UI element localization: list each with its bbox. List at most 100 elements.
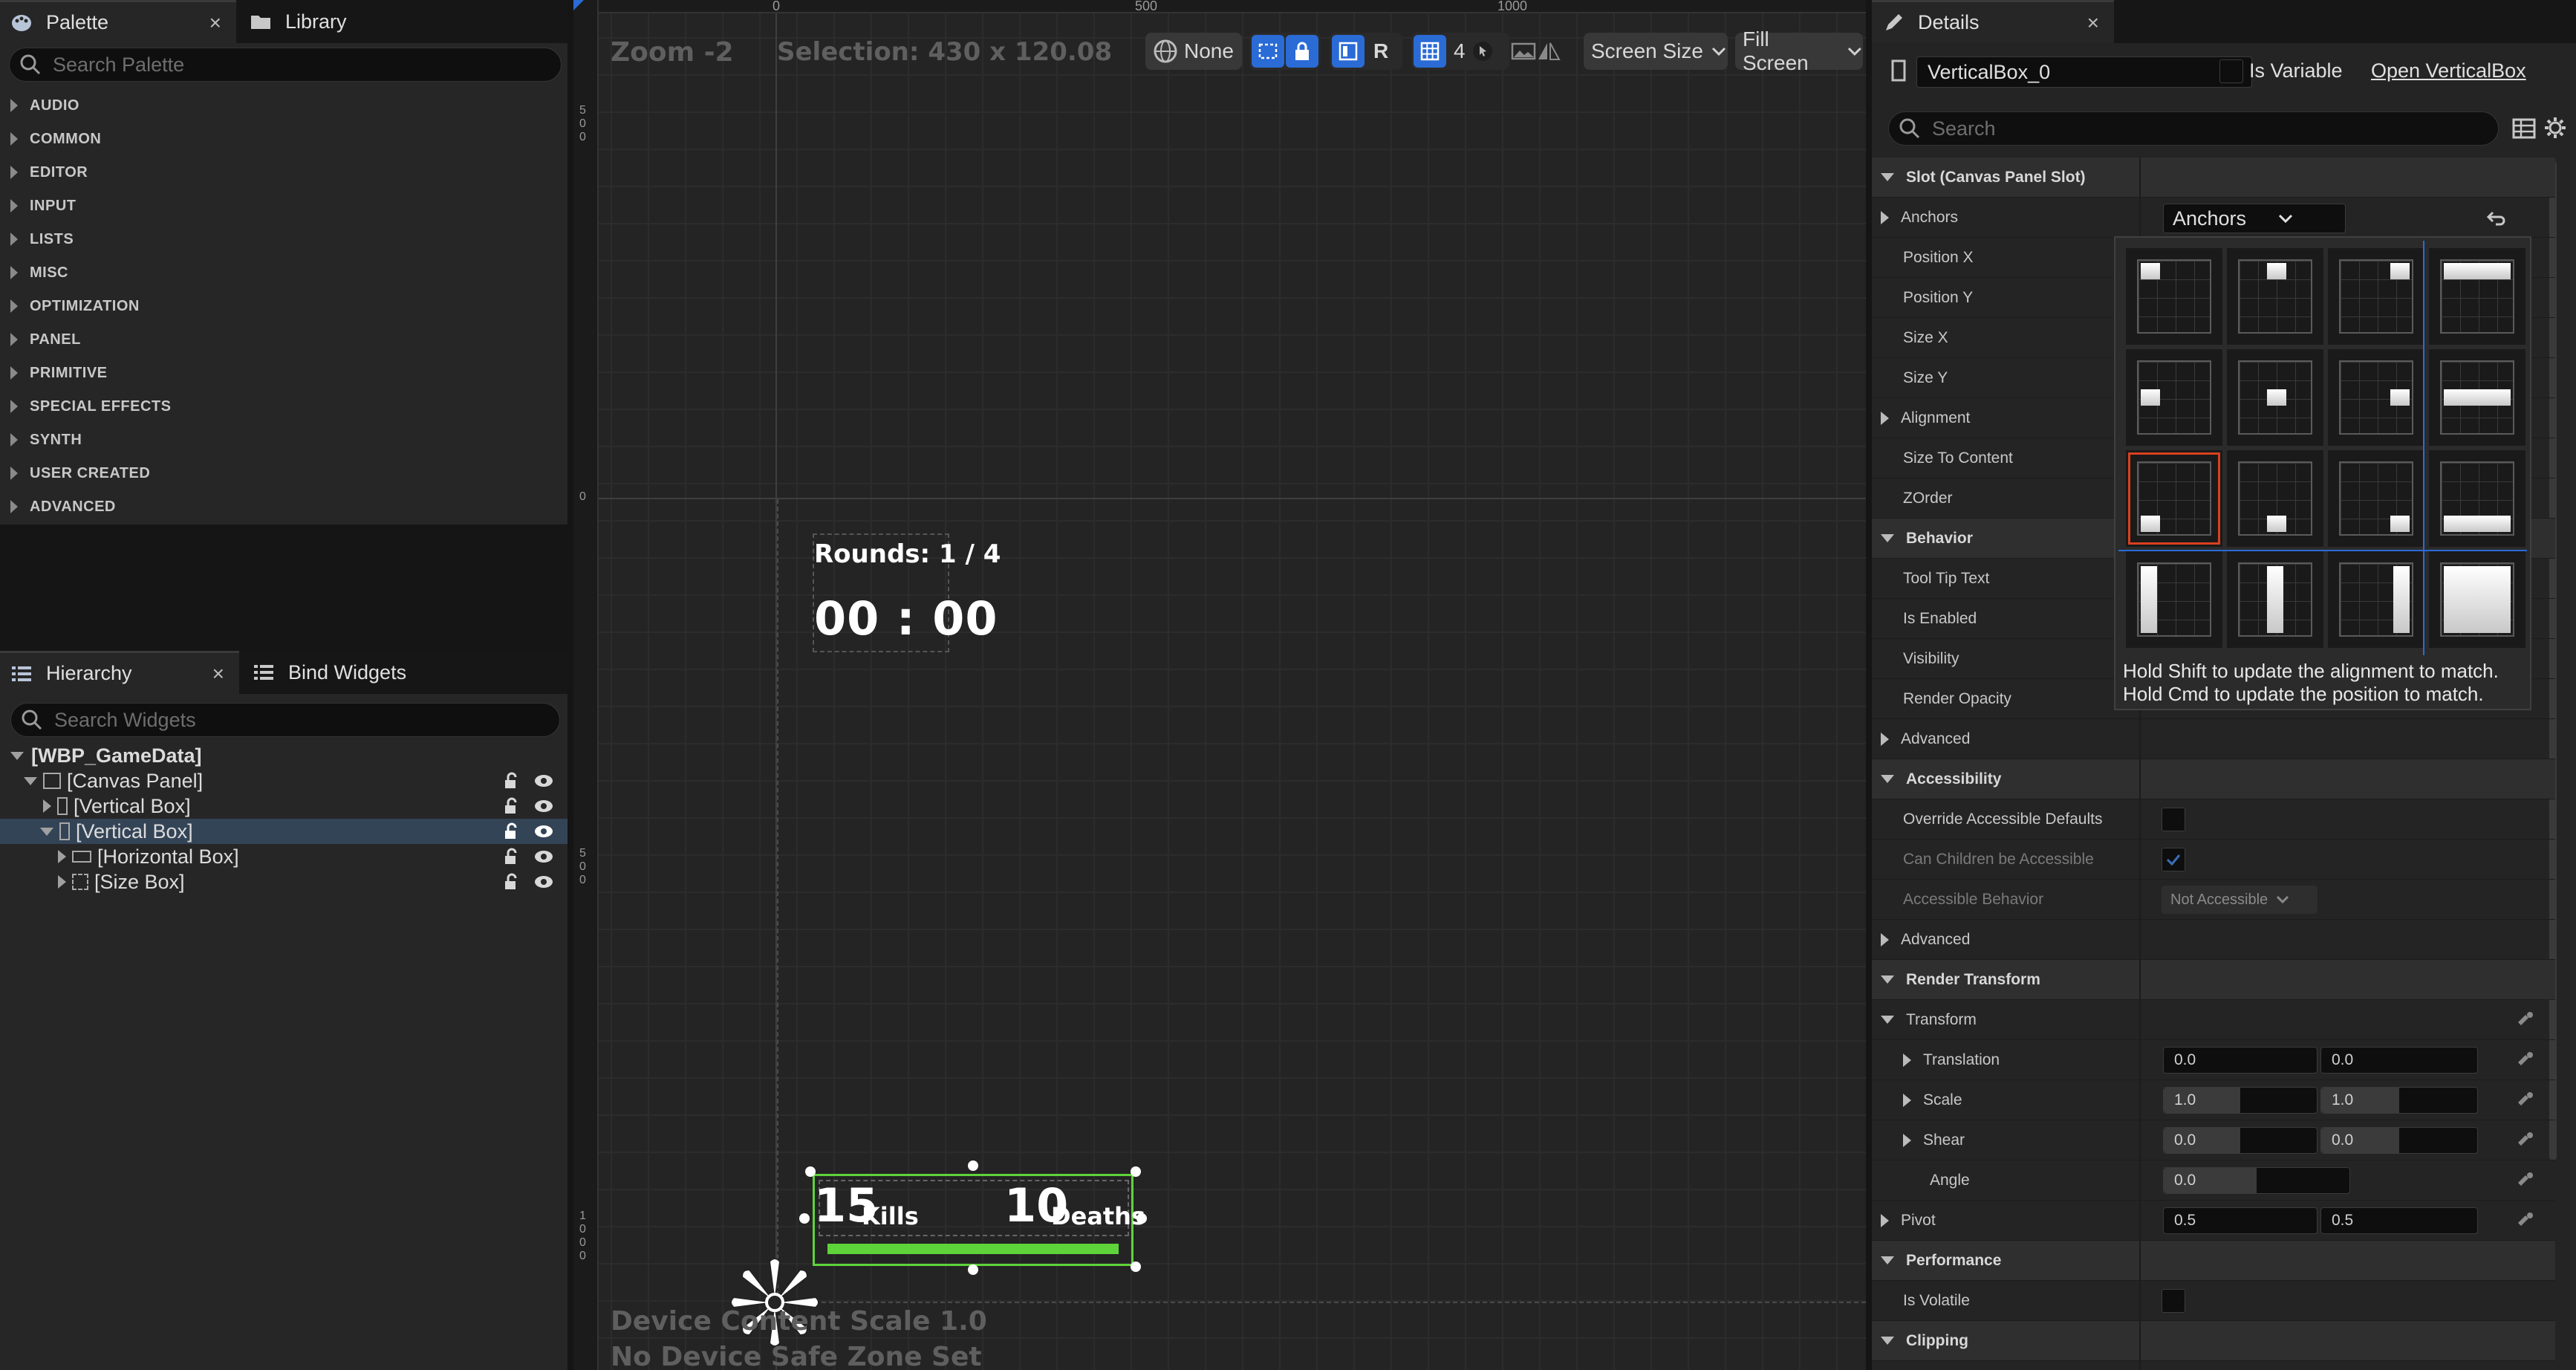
flip-icon[interactable] <box>1536 40 1561 62</box>
translation-y-input[interactable]: 0.0 <box>2320 1047 2478 1074</box>
reset-arrow-icon[interactable] <box>2485 208 2506 229</box>
lock-icon[interactable] <box>502 873 520 891</box>
palette-category[interactable]: INPUT <box>0 189 567 222</box>
resize-handle[interactable] <box>1131 1166 1141 1177</box>
is-volatile-checkbox[interactable] <box>2162 1289 2185 1313</box>
keyframe-icon[interactable] <box>2515 1089 2536 1110</box>
tree-item-vertical-box[interactable]: [Vertical Box] <box>0 793 567 819</box>
anchor-preset-button[interactable] <box>2328 450 2424 547</box>
expand-icon[interactable] <box>1881 210 1889 224</box>
image-icon[interactable] <box>1511 40 1536 62</box>
anchor-preset-button[interactable] <box>2126 349 2222 446</box>
pivot-x-input[interactable]: 0.5 <box>2163 1207 2318 1234</box>
shear-x-input[interactable]: 0.0 <box>2163 1127 2318 1154</box>
scale-x-input[interactable]: 1.0 <box>2163 1087 2318 1114</box>
palette-search-input[interactable]: Search Palette <box>9 48 562 82</box>
anchor-preset-button[interactable] <box>2126 450 2222 547</box>
palette-category[interactable]: MISC <box>0 256 567 289</box>
palette-category[interactable]: USER CREATED <box>0 457 567 490</box>
anchor-preset-button[interactable] <box>2429 450 2525 547</box>
collapse-icon[interactable] <box>1881 1016 1894 1024</box>
collapse-icon[interactable] <box>10 751 24 760</box>
expand-icon[interactable] <box>1903 1133 1911 1147</box>
tab-hierarchy[interactable]: Hierarchy × <box>0 651 239 694</box>
anchor-preset-button[interactable] <box>2227 349 2323 446</box>
lock-button[interactable] <box>1286 35 1318 68</box>
close-icon[interactable]: × <box>2087 11 2099 35</box>
tab-palette[interactable]: Palette × <box>0 0 236 43</box>
dashed-select-button[interactable] <box>1252 35 1284 68</box>
keyframe-icon[interactable] <box>2515 1129 2536 1150</box>
tree-item-vertical-box-selected[interactable]: [Vertical Box] <box>0 819 567 844</box>
anchor-preset-button[interactable] <box>2227 450 2323 547</box>
layout-button[interactable] <box>1332 35 1365 68</box>
section-render-transform[interactable]: Render Transform <box>1872 960 2555 1000</box>
anchor-preset-button[interactable] <box>2227 551 2323 648</box>
palette-category[interactable]: COMMON <box>0 123 567 155</box>
resize-handle[interactable] <box>805 1166 816 1177</box>
pivot-y-input[interactable]: 0.5 <box>2320 1207 2478 1234</box>
close-icon[interactable]: × <box>212 662 224 686</box>
collapse-icon[interactable] <box>24 776 37 785</box>
keyframe-icon[interactable] <box>2515 1009 2536 1030</box>
anchor-preset-button[interactable] <box>2126 551 2222 648</box>
tab-bind-widgets[interactable]: Bind Widgets <box>242 651 480 694</box>
anchor-preset-button[interactable] <box>2328 551 2424 648</box>
section-accessibility[interactable]: Accessibility <box>1872 759 2555 799</box>
angle-input[interactable]: 0.0 <box>2163 1167 2350 1194</box>
tree-item-canvas-panel[interactable]: [Canvas Panel] <box>0 768 567 793</box>
palette-category[interactable]: PANEL <box>0 323 567 356</box>
resize-handle[interactable] <box>1131 1262 1141 1272</box>
anchor-preset-button[interactable] <box>2429 349 2525 446</box>
scale-y-input[interactable]: 1.0 <box>2320 1087 2478 1114</box>
tree-item-size-box[interactable]: [Size Box] <box>0 869 567 895</box>
shear-y-input[interactable]: 0.0 <box>2320 1127 2478 1154</box>
expand-icon[interactable] <box>1881 1213 1889 1227</box>
tab-details[interactable]: Details × <box>1872 0 2114 43</box>
keyframe-icon[interactable] <box>2515 1210 2536 1230</box>
palette-category[interactable]: PRIMITIVE <box>0 357 567 389</box>
tree-item-root[interactable]: [WBP_GameData] <box>0 743 567 768</box>
eye-icon[interactable] <box>533 822 554 840</box>
localization-button[interactable]: None <box>1145 33 1242 70</box>
anchors-dropdown[interactable]: Anchors <box>2163 204 2346 233</box>
translation-x-input[interactable]: 0.0 <box>2163 1047 2318 1074</box>
tab-library[interactable]: Library <box>239 0 462 43</box>
tree-item-horizontal-box[interactable]: [Horizontal Box] <box>0 844 567 869</box>
anchor-preset-button[interactable] <box>2227 248 2323 345</box>
expand-icon[interactable] <box>58 850 66 863</box>
details-search-input[interactable]: Search <box>1888 111 2499 146</box>
fill-screen-dropdown[interactable]: Fill Screen <box>1735 27 1863 74</box>
anchor-preset-button[interactable] <box>2429 551 2525 648</box>
anchor-preset-button[interactable] <box>2126 248 2222 345</box>
keyframe-icon[interactable] <box>2515 1049 2536 1070</box>
grid-snap-button[interactable] <box>1414 35 1446 68</box>
grid-snap-value[interactable]: 4 <box>1454 39 1466 63</box>
palette-category[interactable]: OPTIMIZATION <box>0 290 567 322</box>
anchor-preset-button[interactable] <box>2328 248 2424 345</box>
expand-icon[interactable] <box>1881 411 1889 425</box>
palette-category[interactable]: SYNTH <box>0 423 567 456</box>
is-variable-checkbox[interactable] <box>2219 59 2243 83</box>
section-slot[interactable]: Slot (Canvas Panel Slot) <box>1872 158 2555 198</box>
lock-icon[interactable] <box>502 797 520 815</box>
override-checkbox[interactable] <box>2162 808 2185 831</box>
lock-icon[interactable] <box>502 848 520 866</box>
resize-handle[interactable] <box>968 1265 978 1275</box>
close-icon[interactable]: × <box>209 11 221 35</box>
eye-icon[interactable] <box>533 797 554 815</box>
palette-category[interactable]: ADVANCED <box>0 490 567 523</box>
eye-icon[interactable] <box>533 848 554 866</box>
anchor-preset-button[interactable] <box>2328 349 2424 446</box>
screen-size-dropdown[interactable]: Screen Size <box>1584 33 1728 70</box>
keyframe-icon[interactable] <box>2515 1169 2536 1190</box>
hierarchy-search-input[interactable]: Search Widgets <box>10 703 560 737</box>
lock-icon[interactable] <box>502 822 520 840</box>
resize-handle[interactable] <box>1136 1213 1147 1224</box>
respect-locks-button[interactable]: R <box>1373 39 1388 63</box>
anchor-preset-button[interactable] <box>2429 248 2525 345</box>
lock-icon[interactable] <box>502 772 520 790</box>
palette-category[interactable]: SPECIAL EFFECTS <box>0 390 567 423</box>
collapse-icon[interactable] <box>40 827 53 836</box>
palette-category[interactable]: LISTS <box>0 223 567 256</box>
